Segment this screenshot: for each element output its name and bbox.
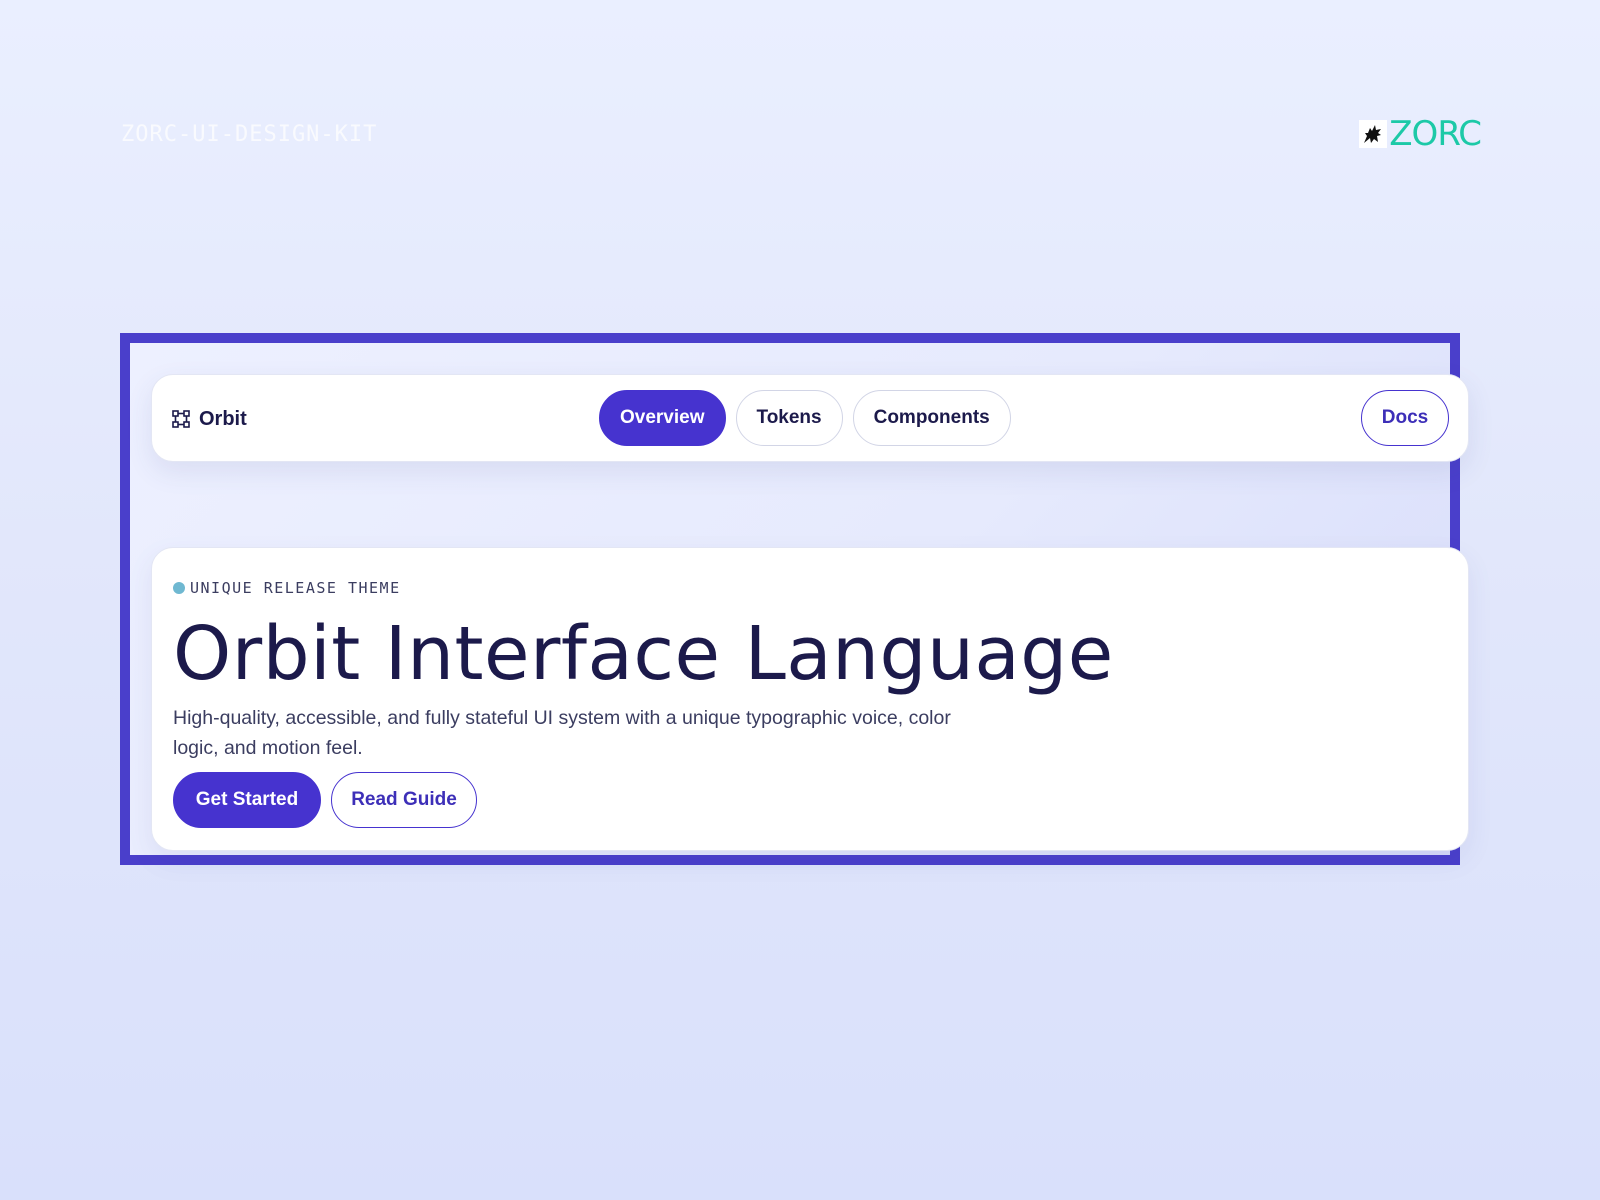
wolf-icon (1359, 120, 1388, 148)
nav-brand[interactable]: Orbit (172, 375, 247, 463)
zorc-wordmark: ZORC (1389, 114, 1482, 154)
status-dot (173, 582, 185, 594)
nav-brand-label: Orbit (199, 407, 247, 430)
get-started-button[interactable]: Get Started (173, 772, 321, 828)
kit-label: ZORC-UI-DESIGN-KIT (121, 122, 378, 147)
page-title: Orbit Interface Language (173, 611, 1114, 697)
read-guide-button[interactable]: Read Guide (331, 772, 477, 828)
zorc-logo: ZORC (1359, 114, 1482, 154)
hero-actions: Get Started Read Guide (173, 772, 477, 828)
top-navbar: Orbit Overview Tokens Components Docs (151, 374, 1469, 462)
tab-components[interactable]: Components (852, 390, 1011, 446)
showcase-frame: Orbit Overview Tokens Components Docs UN… (120, 333, 1469, 865)
eyebrow: UNIQUE RELEASE THEME (173, 579, 401, 597)
vector-square-icon (172, 410, 190, 428)
docs-button[interactable]: Docs (1361, 390, 1449, 446)
tab-tokens[interactable]: Tokens (735, 390, 843, 446)
hero-subtitle: High-quality, accessible, and fully stat… (173, 707, 951, 759)
nav-tabs: Overview Tokens Components (599, 390, 1011, 446)
eyebrow-label: UNIQUE RELEASE THEME (190, 579, 401, 597)
tab-overview[interactable]: Overview (599, 390, 726, 446)
hero-card: UNIQUE RELEASE THEME Orbit Interface Lan… (151, 547, 1469, 851)
